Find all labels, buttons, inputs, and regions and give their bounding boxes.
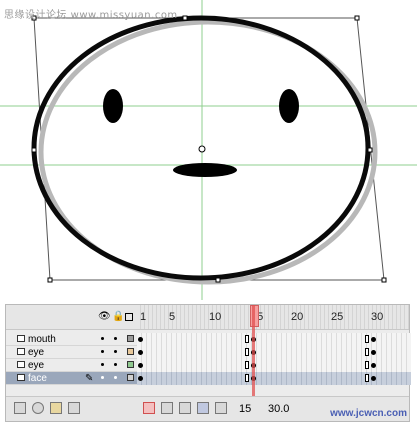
lock-icon[interactable]: 🔒 xyxy=(112,312,124,322)
handle-middle-right[interactable] xyxy=(367,147,373,153)
visibility-dot[interactable] xyxy=(101,363,104,366)
eye-icon[interactable]: 👁 xyxy=(98,312,111,322)
layer-frames[interactable] xyxy=(137,372,411,385)
keyframe-1[interactable] xyxy=(138,337,143,342)
outline-color-swatch[interactable] xyxy=(127,335,134,342)
edit-multiple-frames-icon[interactable] xyxy=(197,402,209,414)
playhead[interactable] xyxy=(252,305,255,397)
frame-number: 10 xyxy=(209,311,222,323)
lock-dot[interactable] xyxy=(114,337,117,340)
keyframe-1[interactable] xyxy=(138,363,143,368)
handle-middle-left[interactable] xyxy=(31,147,37,153)
frame-end-marker xyxy=(365,335,369,343)
layer-row-face[interactable]: face ✎ xyxy=(6,372,411,385)
watermark-top: 思缘设计论坛 www.missyuan.com xyxy=(4,10,178,21)
outline-color-swatch[interactable] xyxy=(127,348,134,355)
insert-layer-icon[interactable] xyxy=(14,402,26,414)
center-frame-icon[interactable] xyxy=(143,402,155,414)
frame-end-marker xyxy=(245,361,249,369)
timeline-header: 👁 🔒 1 5 10 15 20 25 30 xyxy=(6,305,411,330)
handle-top-right[interactable] xyxy=(354,15,360,21)
lock-dot[interactable] xyxy=(114,363,117,366)
modify-onion-markers-icon[interactable] xyxy=(215,402,227,414)
frame-number: 30 xyxy=(371,311,384,323)
outline-color-swatch[interactable] xyxy=(127,374,134,381)
handle-top-middle[interactable] xyxy=(182,15,188,21)
layer-row-eye[interactable]: eye xyxy=(6,359,411,372)
stage-canvas[interactable] xyxy=(0,0,417,300)
lock-dot[interactable] xyxy=(114,350,117,353)
layer-icon xyxy=(17,348,25,355)
handle-bottom-middle[interactable] xyxy=(215,277,221,283)
visibility-dot[interactable] xyxy=(101,337,104,340)
guide-lines xyxy=(0,0,417,300)
layer-icon xyxy=(17,361,25,368)
handle-bottom-left[interactable] xyxy=(47,277,53,283)
keyframe-30[interactable] xyxy=(371,337,376,342)
insert-folder-icon[interactable] xyxy=(50,402,62,414)
layer-row-eye[interactable]: eye xyxy=(6,346,411,359)
layer-icon xyxy=(17,335,25,342)
keyframe-1[interactable] xyxy=(138,350,143,355)
layer-name[interactable]: eye xyxy=(28,359,44,372)
outline-color-swatch[interactable] xyxy=(127,361,134,368)
layer-name[interactable]: eye xyxy=(28,346,44,359)
layer-frames[interactable] xyxy=(137,333,411,346)
frame-ruler[interactable]: 1 5 10 15 20 25 30 xyxy=(137,305,411,329)
right-eye[interactable] xyxy=(279,89,299,123)
visibility-dot[interactable] xyxy=(101,376,104,379)
timeline-panel: 👁 🔒 1 5 10 15 20 25 30 mouth eye xyxy=(5,304,411,422)
layer-frames[interactable] xyxy=(137,346,411,359)
visibility-dot[interactable] xyxy=(101,350,104,353)
frame-end-marker xyxy=(365,361,369,369)
layer-name[interactable]: mouth xyxy=(28,333,56,346)
watermark-bottom: www.jcwcn.com xyxy=(330,408,407,419)
frame-end-marker xyxy=(245,374,249,382)
keyframe-30[interactable] xyxy=(371,363,376,368)
frame-number: 5 xyxy=(169,311,176,323)
frame-end-marker xyxy=(245,348,249,356)
frame-rate-readout: 30.0 xyxy=(268,403,290,415)
frame-end-marker xyxy=(365,374,369,382)
left-eye[interactable] xyxy=(103,89,123,123)
frame-number: 1 xyxy=(140,311,147,323)
outline-icon[interactable] xyxy=(125,313,133,321)
frame-end-marker xyxy=(365,348,369,356)
frame-number: 20 xyxy=(291,311,304,323)
keyframe-1[interactable] xyxy=(138,376,143,381)
layer-icon xyxy=(17,374,25,381)
layer-frames[interactable] xyxy=(137,359,411,372)
layer-row-mouth[interactable]: mouth xyxy=(6,333,411,346)
delete-layer-icon[interactable] xyxy=(68,402,80,414)
transform-center-point[interactable] xyxy=(198,145,206,153)
layer-name[interactable]: face xyxy=(28,372,47,385)
frame-end-marker xyxy=(245,335,249,343)
frame-number: 25 xyxy=(331,311,344,323)
onion-skin-icon[interactable] xyxy=(161,402,173,414)
keyframe-30[interactable] xyxy=(371,350,376,355)
handle-bottom-right[interactable] xyxy=(381,277,387,283)
current-frame-readout: 15 xyxy=(239,403,252,415)
mouth[interactable] xyxy=(173,163,237,177)
add-guide-icon[interactable] xyxy=(32,402,44,414)
keyframe-30[interactable] xyxy=(371,376,376,381)
onion-outline-icon[interactable] xyxy=(179,402,191,414)
pencil-icon: ✎ xyxy=(85,373,94,384)
lock-dot[interactable] xyxy=(114,376,117,379)
